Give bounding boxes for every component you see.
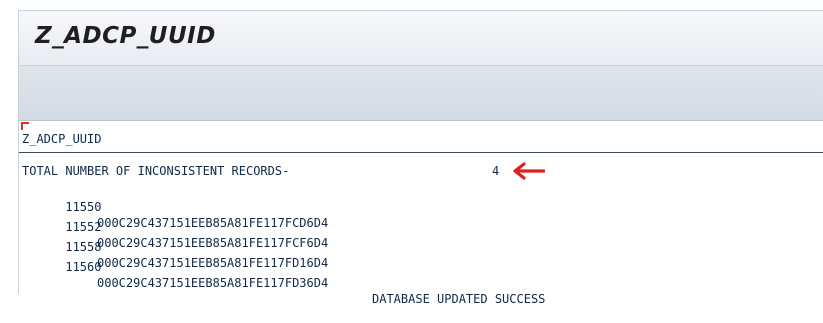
summary-count: 4 — [492, 164, 500, 178]
left-arrow-icon — [513, 162, 545, 180]
window-title: Z_ADCP_UUID — [35, 23, 216, 49]
title-bar: Z_ADCP_UUID — [19, 11, 823, 66]
table-row: 11560 000C29C437151EEB85A81FE117FD36D4 D… — [22, 243, 545, 323]
record-status: DATABASE UPDATED SUCCESS — [372, 292, 546, 306]
summary-label: TOTAL NUMBER OF INCONSISTENT RECORDS- — [22, 164, 290, 178]
list-header: Z_ADCP_UUID — [19, 121, 823, 153]
report-name: Z_ADCP_UUID — [22, 132, 102, 146]
record-uuid: 000C29C437151EEB85A81FE117FCD6D4 — [97, 216, 329, 230]
record-uuid: 000C29C437151EEB85A81FE117FD16D4 — [97, 256, 329, 270]
record-uuid: 000C29C437151EEB85A81FE117FD36D4 — [97, 276, 329, 290]
record-uuid: 000C29C437151EEB85A81FE117FCF6D4 — [97, 236, 329, 250]
application-toolbar — [19, 66, 823, 121]
sap-window: Z_ADCP_UUID Z_ADCP_UUID TOTAL NUMBER OF … — [18, 10, 823, 306]
record-number: 11560 — [65, 260, 102, 274]
